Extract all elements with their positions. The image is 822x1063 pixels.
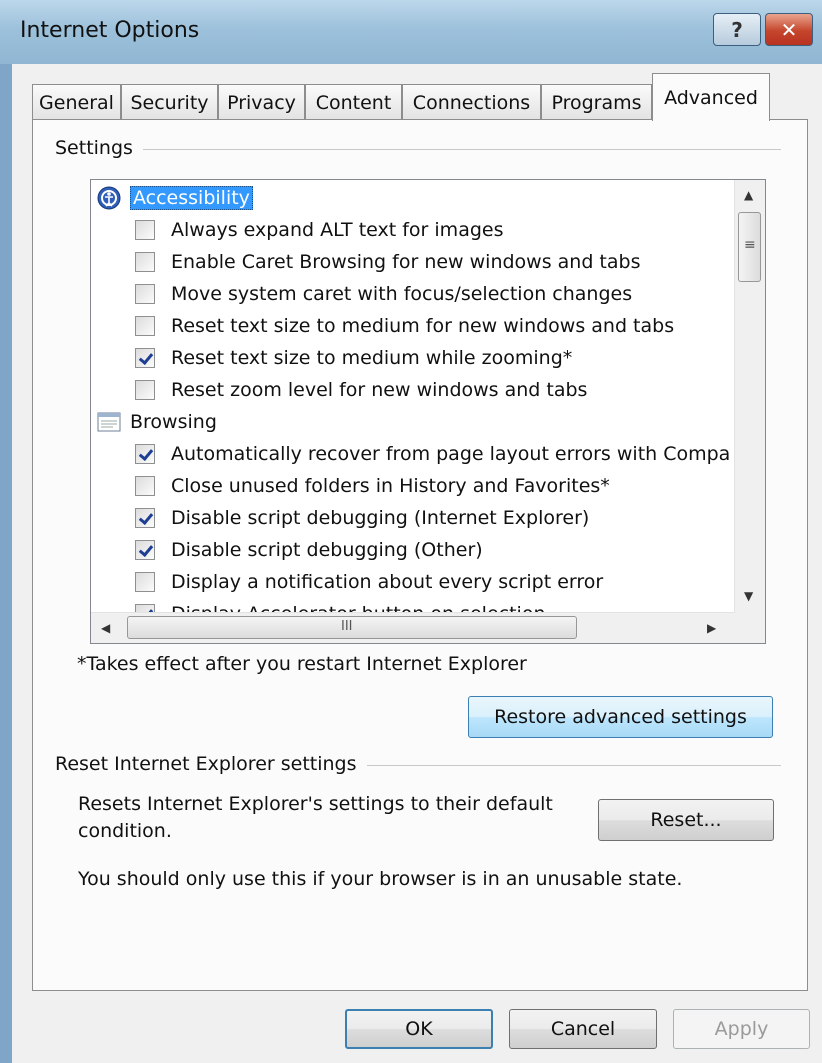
tab-advanced[interactable]: Advanced — [652, 73, 770, 121]
setting-option[interactable]: Always expand ALT text for images — [135, 214, 503, 245]
scroll-down-icon[interactable]: ▼ — [744, 589, 753, 603]
cancel-button[interactable]: Cancel — [509, 1009, 657, 1049]
checkbox-unchecked[interactable] — [135, 571, 155, 592]
grip-icon: ≡ — [744, 237, 756, 253]
checkbox-unchecked[interactable] — [135, 475, 155, 496]
reset-description-line2: condition. — [78, 820, 172, 842]
tab-connections[interactable]: Connections — [402, 84, 541, 120]
browsing-icon — [97, 410, 121, 434]
setting-option[interactable]: Reset text size to medium for new window… — [135, 310, 674, 341]
checkbox-unchecked[interactable] — [135, 315, 155, 336]
checkbox-unchecked[interactable] — [135, 219, 155, 240]
reset-warning: You should only use this if your browser… — [78, 868, 683, 890]
close-icon: ✕ — [780, 17, 798, 42]
horizontal-scrollbar[interactable]: ◀ III ▶ — [91, 612, 735, 643]
checkbox-unchecked[interactable] — [135, 379, 155, 400]
help-icon: ? — [731, 17, 743, 42]
checkbox-checked[interactable] — [135, 347, 155, 368]
close-button[interactable]: ✕ — [765, 13, 813, 46]
settings-group-line — [57, 149, 781, 150]
internet-options-window: Internet Options ? ✕ General Security Pr… — [0, 0, 822, 1063]
tree-category-label: Browsing — [130, 410, 217, 433]
checkbox-checked[interactable] — [135, 539, 155, 560]
vertical-scroll-thumb[interactable]: ≡ — [738, 212, 761, 282]
setting-option-label: Automatically recover from page layout e… — [171, 442, 731, 465]
tab-content[interactable]: Content — [305, 84, 402, 120]
setting-option[interactable]: Reset text size to medium while zooming* — [135, 342, 572, 373]
checkbox-unchecked[interactable] — [135, 251, 155, 272]
advanced-tab-panel: Settings Accessibility Always expand ALT … — [32, 119, 808, 991]
setting-option[interactable]: Automatically recover from page layout e… — [135, 438, 730, 469]
grip-icon: III — [341, 619, 353, 634]
reset-description-line1: Resets Internet Explorer's settings to t… — [78, 793, 553, 815]
settings-group-label: Settings — [55, 137, 143, 159]
ok-button[interactable]: OK — [345, 1009, 493, 1049]
tree-category-label: Accessibility — [130, 185, 253, 210]
tab-privacy[interactable]: Privacy — [218, 84, 305, 120]
setting-option[interactable]: Disable script debugging (Internet Explo… — [135, 502, 589, 533]
setting-option[interactable]: Move system caret with focus/selection c… — [135, 278, 632, 309]
setting-option-label: Enable Caret Browsing for new windows an… — [171, 250, 641, 273]
checkbox-unchecked[interactable] — [135, 283, 155, 304]
setting-option-label: Reset text size to medium while zooming* — [171, 346, 573, 369]
setting-option-label: Disable script debugging (Other) — [171, 538, 483, 561]
setting-option[interactable]: Enable Caret Browsing for new windows an… — [135, 246, 641, 277]
setting-option-label: Display a notification about every scrip… — [171, 570, 604, 593]
scroll-left-icon[interactable]: ◀ — [101, 621, 110, 635]
checkbox-checked[interactable] — [135, 507, 155, 528]
restore-advanced-settings-button[interactable]: Restore advanced settings — [468, 696, 773, 738]
setting-option-label: Always expand ALT text for images — [171, 218, 504, 241]
checkbox-checked[interactable] — [135, 443, 155, 464]
setting-option[interactable]: Close unused folders in History and Favo… — [135, 470, 610, 501]
setting-option-label: Move system caret with focus/selection c… — [171, 282, 633, 305]
horizontal-scroll-thumb[interactable]: III — [127, 616, 577, 639]
setting-option-label: Reset zoom level for new windows and tab… — [171, 378, 588, 401]
title-bar[interactable]: Internet Options ? ✕ — [0, 0, 822, 64]
setting-option-label: Disable script debugging (Internet Explo… — [171, 506, 590, 529]
help-button[interactable]: ? — [713, 13, 761, 46]
scrollbar-corner — [735, 613, 765, 643]
vertical-scrollbar[interactable]: ▲ ≡ ▼ — [734, 180, 765, 614]
restart-note: *Takes effect after you restart Internet… — [77, 653, 527, 675]
tree-category-accessibility[interactable]: Accessibility — [97, 182, 253, 213]
tab-security[interactable]: Security — [121, 84, 218, 120]
scroll-right-icon[interactable]: ▶ — [707, 621, 716, 635]
tab-general[interactable]: General — [32, 84, 121, 120]
setting-option[interactable]: Disable script debugging (Other) — [135, 534, 483, 565]
settings-tree-list[interactable]: Accessibility Always expand ALT text for … — [90, 179, 766, 644]
scroll-up-icon[interactable]: ▲ — [744, 188, 753, 202]
apply-button[interactable]: Apply — [673, 1009, 810, 1049]
tree-category-browsing[interactable]: Browsing — [97, 406, 217, 437]
dialog-body: General Security Privacy Content Connect… — [12, 64, 822, 1063]
setting-option[interactable]: Display a notification about every scrip… — [135, 566, 603, 597]
window-title: Internet Options — [20, 18, 200, 43]
tab-programs[interactable]: Programs — [541, 84, 652, 120]
accessibility-icon — [97, 186, 121, 210]
reset-group-label: Reset Internet Explorer settings — [55, 753, 367, 775]
setting-option-label: Close unused folders in History and Favo… — [171, 474, 610, 497]
setting-option[interactable]: Reset zoom level for new windows and tab… — [135, 374, 587, 405]
reset-button[interactable]: Reset... — [598, 799, 774, 841]
setting-option-label: Reset text size to medium for new window… — [171, 314, 675, 337]
